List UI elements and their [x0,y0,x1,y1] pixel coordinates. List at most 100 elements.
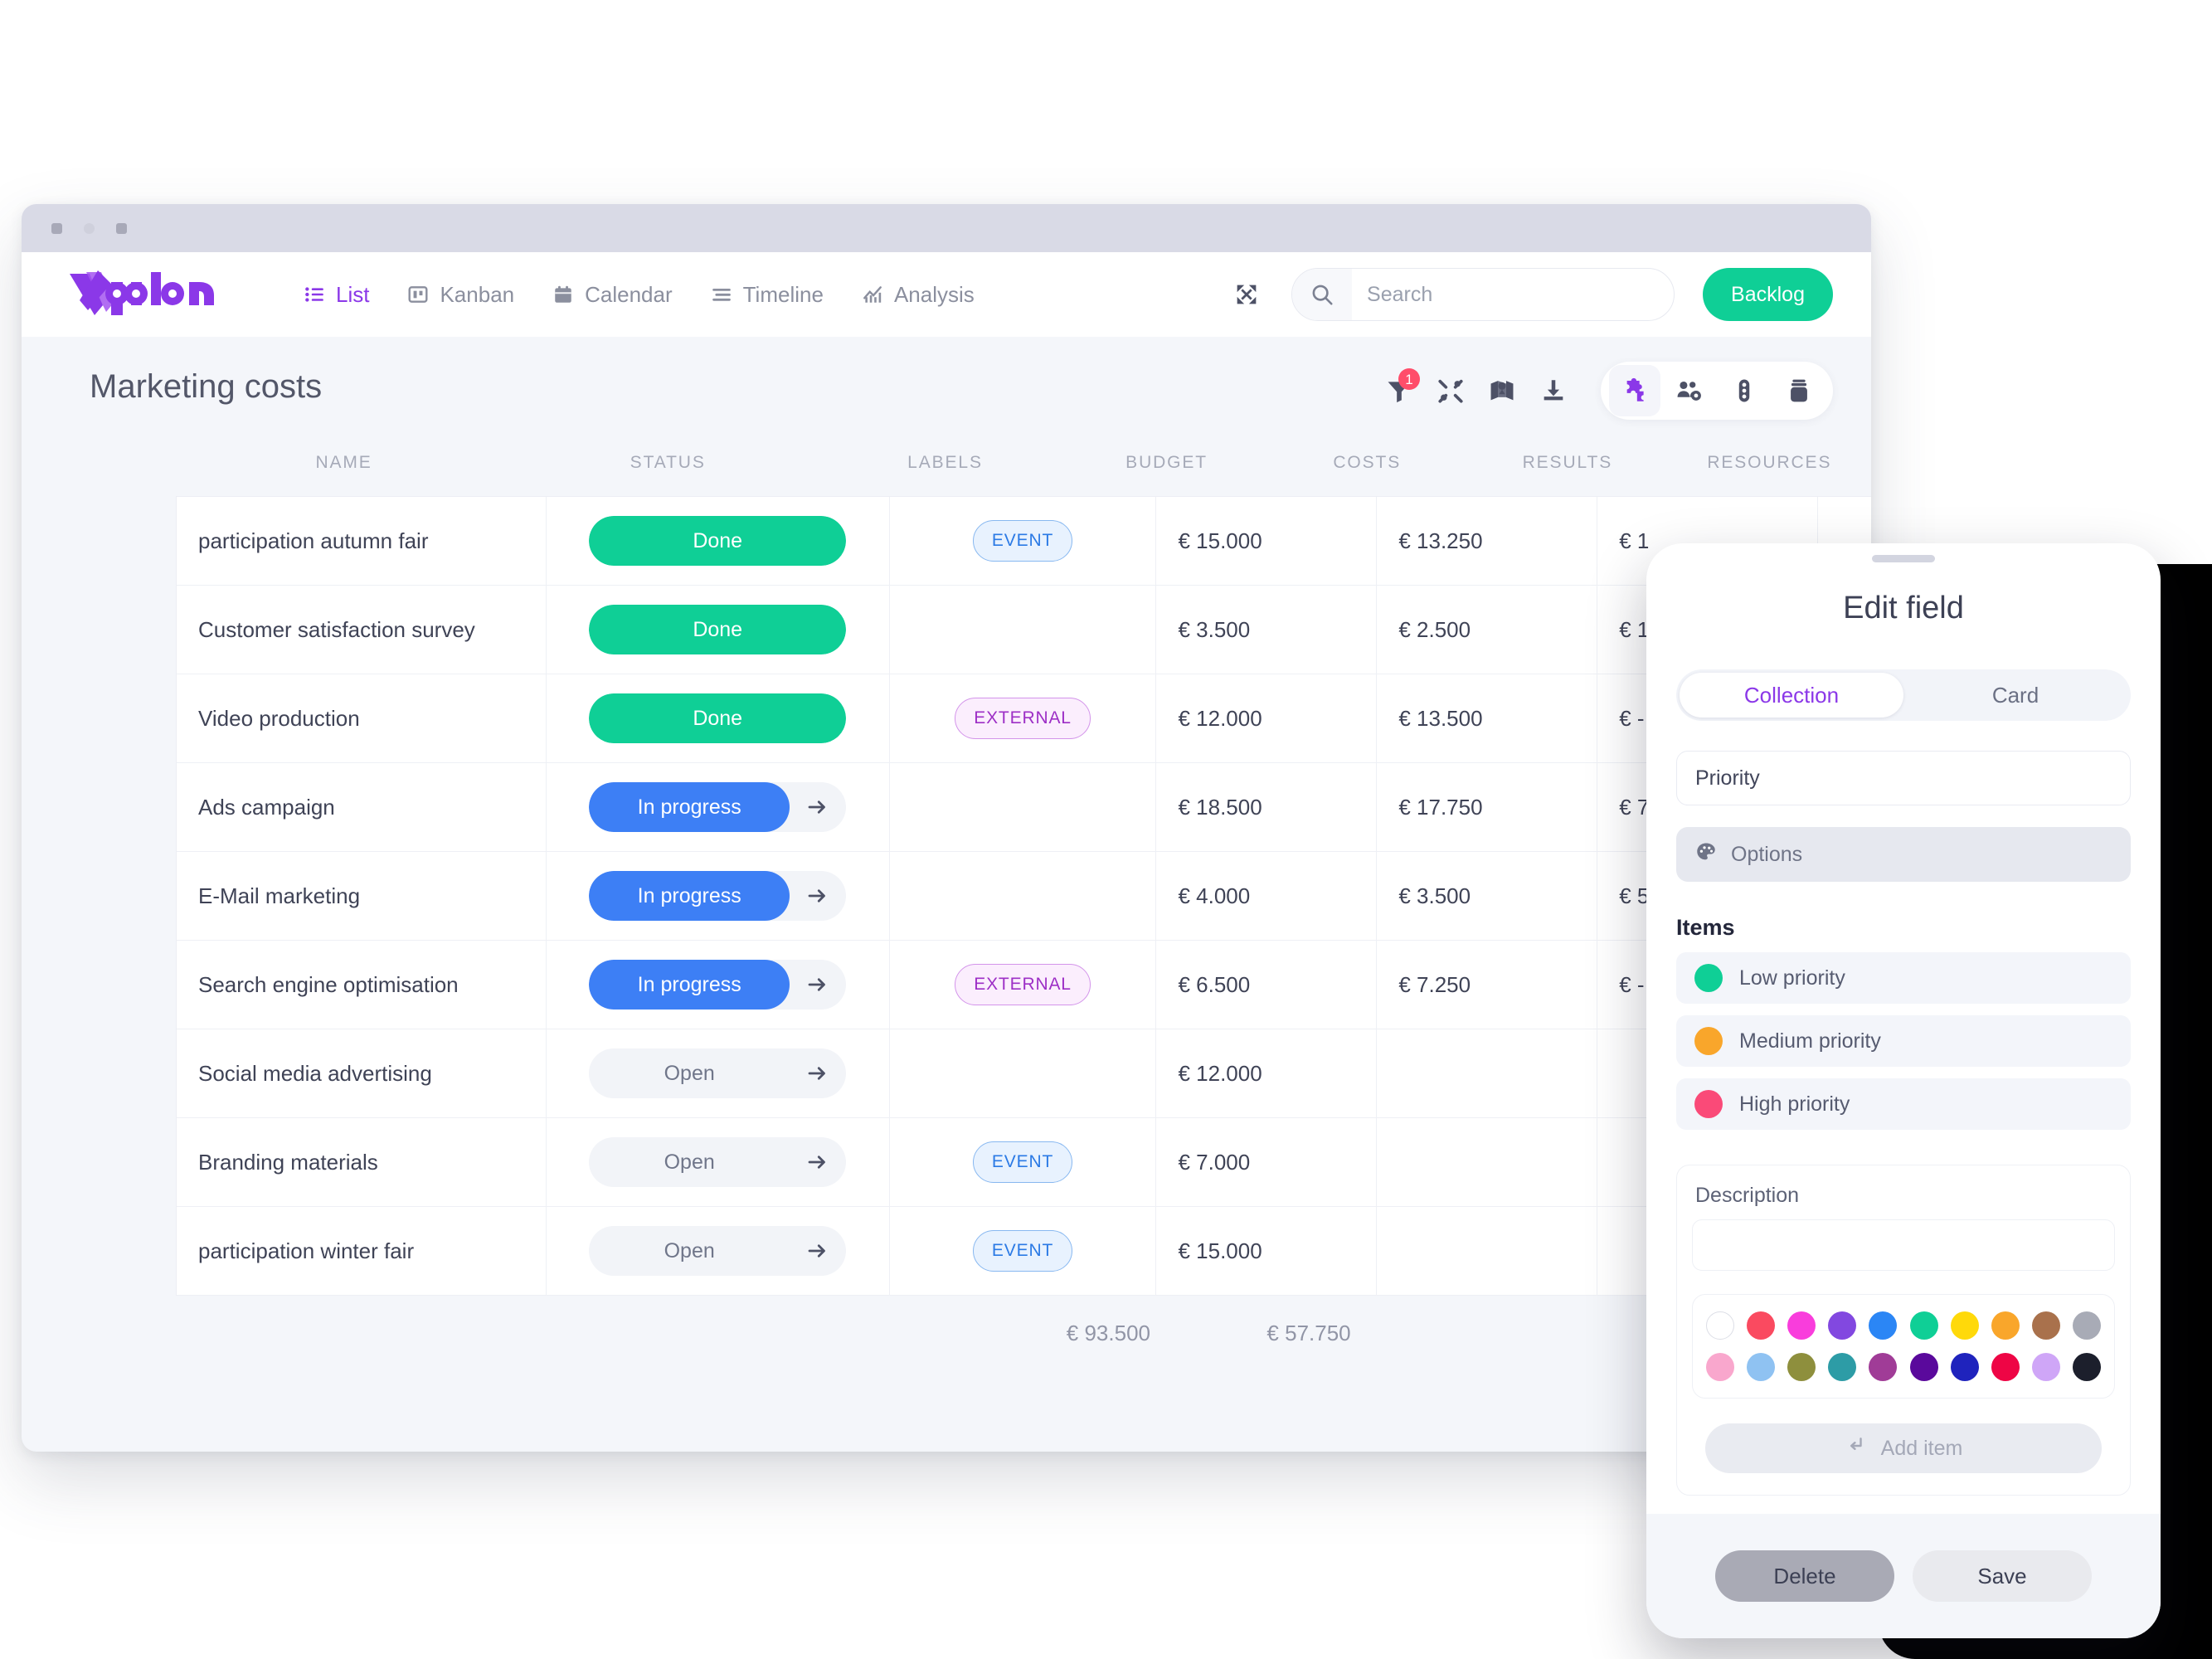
add-item-label: Add item [1880,1436,1963,1460]
team-settings-icon[interactable] [1664,365,1715,416]
color-swatch[interactable] [1909,1353,1938,1381]
column-header-results: RESULTS [1522,453,1613,472]
tab-calendar-label: Calendar [585,281,673,307]
table-row[interactable]: Search engine optimisation In progress EXT… [177,941,1871,1029]
advance-status-arrow-icon[interactable] [790,1150,846,1175]
add-item-button[interactable]: Add item [1705,1423,2102,1473]
status-pill[interactable]: Done [589,605,847,654]
color-swatch[interactable] [1828,1311,1857,1340]
vplan-logo[interactable] [65,270,222,319]
color-swatch[interactable] [1950,1353,1979,1381]
modal-tabs: Collection Card [1676,669,2131,721]
tab-card[interactable]: Card [1903,673,2127,718]
window-titlebar [22,204,1871,252]
options-row[interactable]: Options [1676,827,2131,882]
cell-costs [1377,1118,1598,1206]
table-row[interactable]: E-Mail marketing In progress € 4.000 € 3.50… [177,852,1871,941]
status-pill[interactable]: Open [589,1226,847,1276]
status-pill[interactable]: Open [589,1137,847,1187]
status-pill[interactable]: Done [589,693,847,743]
status-pill[interactable]: Done [589,516,847,566]
table-totals-row: € 93.500 € 57.750 [22,1296,1871,1370]
modal-drag-handle[interactable] [1872,555,1935,562]
color-swatch[interactable] [1869,1311,1898,1340]
label-chip[interactable]: EVENT [972,1141,1073,1183]
table-row[interactable]: Ads campaign In progress € 18.500 € 17.750 €… [177,763,1871,852]
color-swatch[interactable] [2031,1311,2060,1340]
advance-status-arrow-icon[interactable] [790,1061,846,1086]
status-pill[interactable]: Open [589,1048,847,1098]
table-row[interactable]: Customer satisfaction survey Done € 3.500 €… [177,586,1871,674]
delete-button[interactable]: Delete [1715,1550,1894,1602]
expand-icon[interactable] [1230,278,1263,311]
puzzle-icon[interactable] [1609,365,1660,416]
modal-footer: Delete Save [1646,1514,2161,1638]
table-row[interactable]: participation autumn fair Done EVENT € 15.0… [177,497,1871,586]
label-chip[interactable]: EVENT [972,520,1073,562]
advance-status-arrow-icon[interactable] [790,972,846,997]
backlog-button[interactable]: Backlog [1703,268,1833,321]
board-header: Marketing costs 1 [22,337,1871,443]
cell-labels: EVENT [890,497,1157,585]
label-chip[interactable]: EVENT [972,1230,1073,1272]
search-box[interactable] [1291,268,1675,321]
item-row[interactable]: Medium priority [1676,1015,2131,1067]
table-row[interactable]: Video production Done EXTERNAL € 12.000 € 13… [177,674,1871,763]
color-swatch[interactable] [1706,1311,1734,1340]
table-row[interactable]: Social media advertising Open € 12.000 [177,1029,1871,1118]
field-name-input[interactable]: Priority [1676,751,2131,805]
cell-status: In progress [547,941,890,1029]
status-pill[interactable]: In progress [589,782,847,832]
advance-status-arrow-icon[interactable] [790,795,846,820]
color-swatch[interactable] [1909,1311,1938,1340]
cell-costs: € 7.250 [1377,941,1598,1029]
table-row[interactable]: participation winter fair Open EVENT € 15.0… [177,1207,1871,1296]
traffic-light-icon[interactable] [1719,365,1770,416]
color-swatch[interactable] [1787,1311,1816,1340]
tab-kanban[interactable]: Kanban [402,275,519,314]
label-chip[interactable]: EXTERNAL [955,698,1091,739]
item-color-dot [1694,964,1723,992]
color-swatch[interactable] [2031,1353,2060,1381]
color-swatch[interactable] [1991,1353,2020,1381]
color-swatch[interactable] [1828,1353,1857,1381]
tab-calendar[interactable]: Calendar [547,275,678,314]
color-swatch[interactable] [1991,1311,2020,1340]
window-dot-2 [84,222,95,234]
column-header-resources: RESOURCES [1707,453,1832,472]
status-pill[interactable]: In progress [589,871,847,921]
map-icon[interactable] [1476,365,1528,416]
color-swatch[interactable] [1950,1311,1979,1340]
search-input[interactable] [1352,269,1675,320]
color-swatch[interactable] [2072,1353,2101,1381]
label-chip[interactable]: EXTERNAL [955,964,1091,1005]
tab-collection[interactable]: Collection [1680,673,1903,718]
cell-budget: € 6.500 [1156,941,1378,1029]
archive-icon[interactable] [1773,365,1825,416]
tab-timeline[interactable]: Timeline [706,275,829,314]
advance-status-arrow-icon[interactable] [790,1238,846,1263]
color-swatch[interactable] [1869,1353,1898,1381]
color-swatch[interactable] [1706,1353,1734,1381]
download-icon[interactable] [1528,365,1579,416]
tab-timeline-label: Timeline [742,281,824,307]
status-label: Done [589,605,847,654]
cell-labels: EXTERNAL [890,674,1157,762]
item-row[interactable]: High priority [1676,1078,2131,1130]
advance-status-arrow-icon[interactable] [790,883,846,908]
color-swatch[interactable] [1747,1353,1776,1381]
tools-icon[interactable] [1425,365,1476,416]
color-swatch[interactable] [2072,1311,2101,1340]
save-button[interactable]: Save [1913,1550,2092,1602]
color-swatch[interactable] [1747,1311,1776,1340]
filter-icon[interactable]: 1 [1373,365,1425,416]
cell-name: Search engine optimisation [177,941,547,1029]
tab-list[interactable]: List [299,275,374,314]
color-swatch[interactable] [1787,1353,1816,1381]
status-pill[interactable]: In progress [589,960,847,1010]
tab-analysis[interactable]: Analysis [857,275,980,314]
item-row[interactable]: Low priority [1676,952,2131,1004]
tab-list-label: List [336,281,370,307]
description-input[interactable] [1692,1219,2115,1271]
table-row[interactable]: Branding materials Open EVENT € 7.000 [177,1118,1871,1207]
